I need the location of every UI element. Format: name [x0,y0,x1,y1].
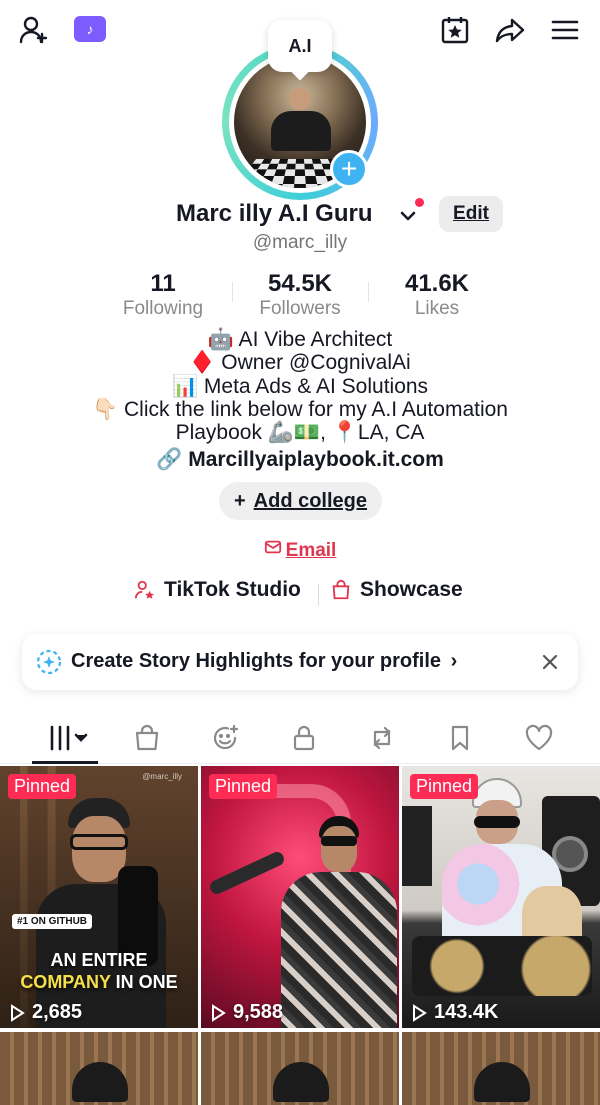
username: @marc_illy [252,232,348,253]
profile-bio: 🤖 AI Vibe Architect ♦️ Owner @CognivalAi… [0,328,600,444]
tab-private[interactable] [284,720,324,756]
bio-line: 🤖 AI Vibe Architect [207,328,393,351]
tab-reposts[interactable] [362,720,402,756]
email-link[interactable]: Email [0,538,600,562]
play-icon [11,1003,25,1022]
shopping-bag-icon [135,724,159,751]
chevron-down-icon[interactable] [398,206,418,226]
glasses [70,834,128,850]
video-tile[interactable]: Pinned 143.4K [402,766,600,1028]
video-tile[interactable] [0,1032,198,1105]
envelope-icon [264,538,282,562]
tiktok-studio-button[interactable]: TikTok Studio [134,578,301,602]
lock-icon [293,725,315,751]
profile-tabs [0,712,600,764]
play-icon [413,1003,427,1022]
shopping-bag-icon [332,579,350,600]
video-tile[interactable]: @marc_illy #1 ON GITHUB AN ENTIRE COMPAN… [0,766,198,1028]
tab-liked[interactable] [519,720,559,756]
view-count: 143.4K [410,1001,499,1024]
stat-followers[interactable]: 54.5K Followers [245,270,355,320]
showcase-button[interactable]: Showcase [330,578,463,602]
sparkle-circle-icon [36,649,62,675]
hamburger-menu-icon[interactable] [547,12,583,48]
play-icon [212,1003,226,1022]
display-name: Marc illy A.I Guru [176,200,373,227]
video-grid: @marc_illy #1 ON GITHUB AN ENTIRE COMPAN… [0,766,600,1105]
plus-icon: + [233,489,246,512]
video-tile[interactable] [402,1032,600,1105]
name-row: Marc illy A.I Guru Edit [0,196,600,236]
add-story-button[interactable]: + [330,150,368,188]
profile-stats: 11 Following 54.5K Followers 41.6K Likes [95,270,505,320]
chevron-right-icon: › [450,650,458,672]
bio-line: ♦️ Owner @CognivalAi [189,351,411,375]
tab-videos[interactable] [45,720,91,756]
share-arrow-icon[interactable] [492,12,528,48]
pinned-badge: Pinned [209,774,278,799]
add-college-button[interactable]: + Add college [219,482,382,520]
heart-icon [525,724,553,751]
close-icon[interactable] [536,648,564,676]
video-tile[interactable] [201,1032,399,1105]
stat-following[interactable]: 11 Following [105,270,221,320]
stat-likes[interactable]: 41.6K Likes [387,270,487,320]
bio-line: Playbook 🦾💵, 📍LA, CA [175,421,425,445]
person-star-icon [134,580,154,599]
tab-shop[interactable] [127,720,167,756]
bookmark-icon [451,725,469,751]
dj-controller [412,936,592,996]
tab-favorites[interactable] [440,720,480,756]
pinned-badge: Pinned [410,774,479,799]
view-count: 9,588 [209,1001,283,1024]
repost-icon [373,726,391,750]
smiley-sparkle-icon [213,724,239,750]
person-add-icon[interactable] [16,12,52,48]
link-icon: 🔗 [156,448,183,471]
tiktok-note-icon[interactable]: ♪ [74,16,106,42]
bio-link[interactable]: 🔗 Marcillyaiplaybook.it.com [0,448,600,472]
grid-bars-icon [50,725,88,751]
ai-badge: A.I [268,20,332,72]
notification-dot [415,198,424,207]
view-count: 2,685 [8,1001,82,1024]
edit-profile-button[interactable]: Edit [439,196,503,232]
bio-line: 📊 Meta Ads & AI Solutions [171,374,429,398]
story-highlights-card[interactable]: Create Story Highlights for your profile… [22,634,578,690]
pinned-badge: Pinned [8,774,77,799]
active-tab-indicator [32,761,98,764]
video-tile[interactable]: Pinned 9,588 [201,766,399,1028]
calendar-star-icon[interactable] [437,12,473,48]
tab-ai-self[interactable] [205,720,245,756]
tools-row: TikTok Studio Showcase [0,578,600,612]
bio-line: 👇🏻 Click the link below for my A.I Autom… [92,397,508,421]
